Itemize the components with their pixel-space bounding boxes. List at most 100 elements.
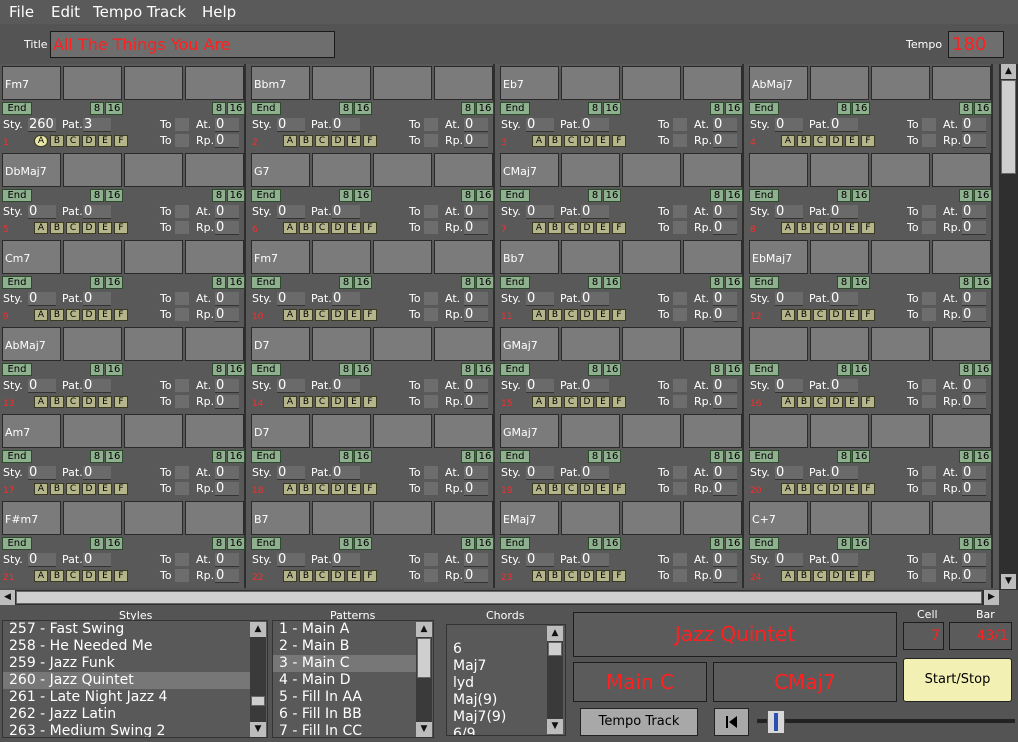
pattern-number-field[interactable]: 0 (581, 379, 609, 393)
eight-button[interactable]: 8 (959, 450, 973, 463)
pattern-number-field[interactable]: 0 (581, 553, 609, 567)
chord-slot[interactable] (63, 327, 122, 361)
sixteen-button[interactable]: 16 (852, 102, 870, 115)
pattern-f-button[interactable]: F (861, 135, 875, 147)
eight-button[interactable]: 8 (212, 189, 226, 202)
style-number-field[interactable]: 0 (28, 553, 56, 567)
repeat-field[interactable]: 0 (464, 221, 488, 235)
pattern-list-item[interactable]: 2 - Main B (273, 638, 421, 655)
sixteen-button[interactable]: 16 (725, 102, 743, 115)
chord-slot[interactable]: CMaj7 (500, 153, 559, 187)
pattern-c-button[interactable]: C (66, 135, 80, 147)
chord-slot[interactable] (622, 327, 681, 361)
eight-button[interactable]: 8 (710, 450, 724, 463)
to-field[interactable] (175, 221, 189, 234)
pattern-b-button[interactable]: B (299, 222, 313, 234)
sixteen-button[interactable]: 16 (354, 363, 372, 376)
chord-list-item[interactable]: Maj(9) (447, 692, 549, 709)
pattern-e-button[interactable]: E (98, 396, 112, 408)
pattern-a-button[interactable]: A (34, 309, 48, 321)
pattern-f-button[interactable]: F (612, 570, 626, 582)
pattern-a-button[interactable]: A (781, 222, 795, 234)
pattern-c-button[interactable]: C (315, 396, 329, 408)
pattern-a-button[interactable]: A (781, 396, 795, 408)
styles-list[interactable]: 257 - Fast Swing 258 - He Needed Me 259 - … (2, 620, 268, 738)
repeat-field[interactable]: 0 (962, 134, 986, 148)
pattern-d-button[interactable]: D (580, 483, 594, 495)
to-field[interactable] (922, 205, 936, 218)
to-field[interactable] (424, 221, 438, 234)
sixteen-button[interactable]: 16 (603, 276, 621, 289)
sixteen-button[interactable]: 16 (354, 537, 372, 550)
chord-slot[interactable] (185, 153, 244, 187)
chord-slot[interactable] (63, 414, 122, 448)
scroll-right-icon[interactable]: ▶ (984, 590, 999, 605)
pattern-b-button[interactable]: B (797, 396, 811, 408)
styles-scroll-down-icon[interactable]: ▼ (250, 722, 266, 737)
pattern-e-button[interactable]: E (596, 309, 610, 321)
pattern-c-button[interactable]: C (813, 135, 827, 147)
eight-button[interactable]: 8 (90, 102, 104, 115)
pattern-f-button[interactable]: F (612, 396, 626, 408)
chord-cell[interactable]: Eb7 End 8 16 8 16 Sty. 0 Pat. 0 To At. 0 To Rp. 0 A B C D E F… (498, 64, 744, 151)
to-field[interactable] (673, 308, 687, 321)
at-field[interactable]: 0 (464, 379, 488, 393)
sixteen-button[interactable]: 16 (725, 537, 743, 550)
repeat-field[interactable]: 0 (713, 221, 737, 235)
pattern-a-button[interactable]: A (781, 570, 795, 582)
chord-slot[interactable] (63, 240, 122, 274)
to-field[interactable] (424, 395, 438, 408)
sixteen-button[interactable]: 16 (105, 450, 123, 463)
style-number-field[interactable]: 0 (277, 292, 305, 306)
eight-button[interactable]: 8 (710, 537, 724, 550)
at-field[interactable]: 0 (464, 205, 488, 219)
pattern-d-button[interactable]: D (829, 483, 843, 495)
chord-slot[interactable] (434, 66, 493, 100)
eight-button[interactable]: 8 (588, 363, 602, 376)
pattern-c-button[interactable]: C (66, 483, 80, 495)
chord-slot[interactable] (124, 153, 183, 187)
chord-cell[interactable] (0, 586, 246, 588)
eight-button[interactable]: 8 (959, 189, 973, 202)
pattern-b-button[interactable]: B (797, 483, 811, 495)
style-list-item[interactable]: 261 - Late Night Jazz 4 (3, 689, 251, 706)
chord-slot[interactable] (561, 501, 620, 535)
sixteen-button[interactable]: 16 (227, 363, 245, 376)
pattern-f-button[interactable]: F (114, 570, 128, 582)
chord-cell[interactable]: Fm7 End 8 16 8 16 Sty. 260 Pat. 3 To At. 0 To Rp. 0 A B C D… (0, 64, 246, 151)
chord-slot[interactable] (373, 153, 432, 187)
to-field[interactable] (424, 308, 438, 321)
pattern-c-button[interactable]: C (66, 396, 80, 408)
pattern-c-button[interactable]: C (564, 222, 578, 234)
chord-slot[interactable] (373, 327, 432, 361)
pattern-e-button[interactable]: E (347, 309, 361, 321)
chord-cell[interactable]: G7 End 8 16 8 16 Sty. 0 Pat. 0 To At. 0 To Rp. 0 A B C D E F 6 (249, 151, 495, 238)
end-button[interactable]: End (500, 189, 530, 202)
eight-button[interactable]: 8 (710, 276, 724, 289)
scroll-left-icon[interactable]: ◀ (0, 590, 15, 605)
chord-slot[interactable] (622, 66, 681, 100)
pattern-e-button[interactable]: E (98, 309, 112, 321)
pattern-c-button[interactable]: C (564, 483, 578, 495)
eight-button[interactable]: 8 (959, 537, 973, 550)
end-button[interactable]: End (2, 102, 32, 115)
pattern-e-button[interactable]: E (845, 483, 859, 495)
style-number-field[interactable]: 0 (775, 553, 803, 567)
end-button[interactable]: End (749, 450, 779, 463)
menu-edit[interactable]: Edit (51, 3, 80, 21)
sixteen-button[interactable]: 16 (227, 102, 245, 115)
style-number-field[interactable]: 0 (526, 553, 554, 567)
end-button[interactable]: End (500, 450, 530, 463)
to-field[interactable] (673, 221, 687, 234)
pattern-c-button[interactable]: C (315, 570, 329, 582)
sixteen-button[interactable]: 16 (476, 363, 494, 376)
to-field[interactable] (673, 482, 687, 495)
chords-scroll-up-icon[interactable]: ▲ (547, 626, 563, 641)
pattern-e-button[interactable]: E (98, 222, 112, 234)
to-field[interactable] (424, 205, 438, 218)
to-field[interactable] (424, 118, 438, 131)
chord-cell[interactable]: AbMaj7 End 8 16 8 16 Sty. 0 Pat. 0 To At. 0 To Rp. 0 A B C… (747, 64, 993, 151)
style-number-field[interactable]: 0 (775, 466, 803, 480)
sixteen-button[interactable]: 16 (852, 450, 870, 463)
pattern-f-button[interactable]: F (114, 483, 128, 495)
